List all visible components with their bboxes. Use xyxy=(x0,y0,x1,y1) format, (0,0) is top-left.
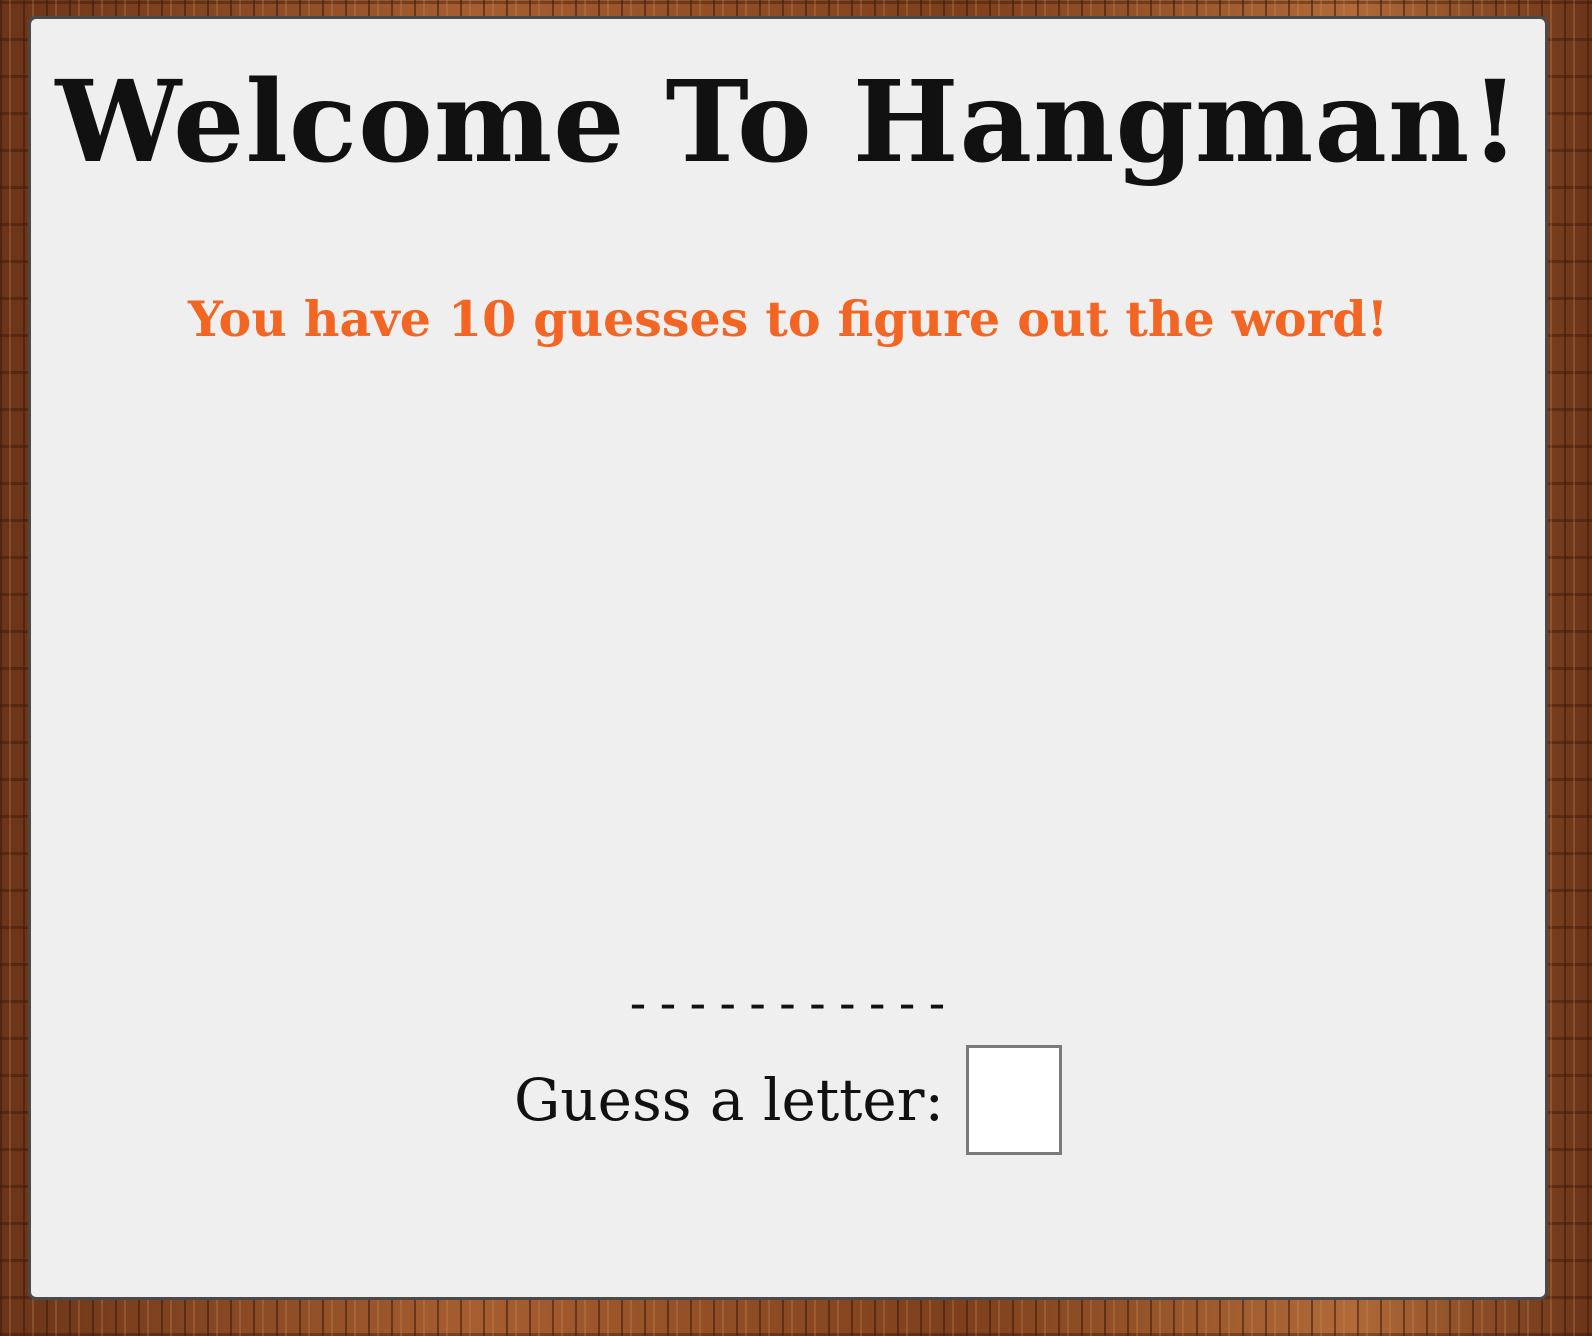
word-blanks: ----------- xyxy=(623,976,953,1032)
guesses-remaining-message: You have 10 guesses to figure out the wo… xyxy=(187,290,1389,348)
game-panel: Welcome To Hangman! You have 10 guesses … xyxy=(28,16,1548,1300)
guess-letter-input[interactable] xyxy=(966,1045,1063,1155)
guess-form: Guess a letter: xyxy=(31,1045,1545,1155)
guess-label: Guess a letter: xyxy=(513,1066,945,1134)
page-title: Welcome To Hangman! xyxy=(55,57,1521,188)
